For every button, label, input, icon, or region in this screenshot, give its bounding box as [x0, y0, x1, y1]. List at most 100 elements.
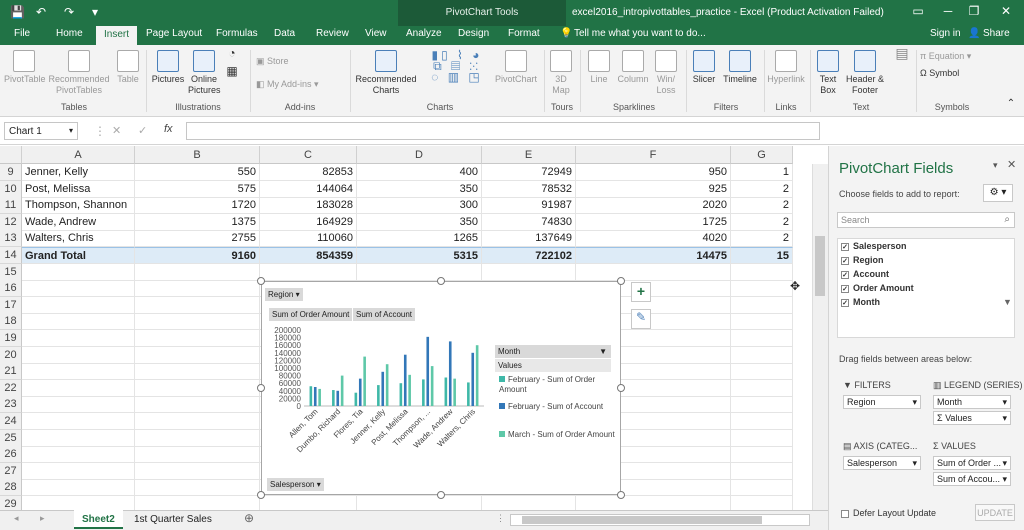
column-header-b[interactable]: B	[135, 146, 260, 164]
cell[interactable]: 1	[731, 164, 793, 181]
cell[interactable]: 2	[731, 230, 793, 248]
cell[interactable]: 183028	[260, 197, 357, 215]
cell[interactable]: 4020	[576, 230, 731, 248]
sparkline-winloss-button[interactable]: Win/ Loss	[652, 50, 680, 96]
recommended-pivottables-button[interactable]: Recommended PivotTables	[48, 50, 110, 96]
cell[interactable]	[731, 346, 793, 364]
cell[interactable]	[731, 413, 793, 430]
cell[interactable]	[731, 379, 793, 397]
sign-in-link[interactable]: Sign in	[930, 28, 961, 39]
cell[interactable]: 91987	[482, 197, 576, 215]
tab-home[interactable]: Home	[56, 28, 83, 39]
legend-item-month[interactable]: Month ▾	[933, 395, 1011, 409]
cell[interactable]: 925	[576, 180, 731, 198]
cell[interactable]	[731, 363, 793, 381]
cell[interactable]	[731, 479, 793, 497]
ribbon-display-icon[interactable]: ▭	[908, 4, 928, 18]
name-box-dropdown-icon[interactable]: ▾	[69, 126, 73, 135]
vertical-scroll-thumb[interactable]	[815, 236, 825, 296]
cell[interactable]: 300	[357, 197, 482, 215]
cell[interactable]	[135, 263, 260, 281]
bar[interactable]	[385, 364, 389, 406]
cell[interactable]	[22, 280, 135, 298]
timeline-button[interactable]: Timeline	[720, 50, 760, 85]
cell[interactable]: 550	[135, 164, 260, 181]
cell[interactable]	[22, 496, 135, 510]
chart-types-gallery[interactable]: ▮▯ ⌇ ◕ ⧉ ▤ ⁙ ◌ ▥ ◳	[420, 49, 494, 83]
cell[interactable]: 110060	[260, 230, 357, 248]
chart-elements-button[interactable]: +	[631, 282, 651, 302]
row-header[interactable]: 29	[0, 496, 22, 510]
formula-input[interactable]	[186, 122, 820, 140]
column-header-d[interactable]: D	[357, 146, 482, 164]
field-month[interactable]: ✓ Month	[841, 297, 880, 307]
cell[interactable]	[357, 263, 482, 281]
cell[interactable]	[731, 330, 793, 347]
cell[interactable]: 144064	[260, 180, 357, 198]
dropdown-icon[interactable]: ▾	[1002, 397, 1007, 408]
more-text-icon[interactable]: ▤	[888, 46, 916, 60]
dropdown-icon[interactable]: ▾	[1002, 458, 1007, 469]
cell[interactable]	[135, 379, 260, 397]
cell[interactable]: Post, Melissa	[22, 180, 135, 198]
pane-options-icon[interactable]: ▾	[993, 160, 998, 171]
bar[interactable]	[377, 385, 380, 406]
cell[interactable]: 14475	[576, 247, 731, 264]
hyperlink-button[interactable]: Hyperlink	[766, 50, 806, 85]
field-order-amount[interactable]: ✓ Order Amount	[841, 283, 914, 293]
field-search-input[interactable]: Search ⌕	[837, 212, 1015, 228]
dropdown-icon[interactable]: ▾	[912, 397, 917, 408]
cell[interactable]	[135, 462, 260, 480]
tools-gear-icon[interactable]: ⚙ ▾	[983, 184, 1013, 202]
sheet-tab-sheet2[interactable]: Sheet2	[74, 510, 123, 529]
sum-order-amount-button[interactable]: Sum of Order Amount	[269, 308, 353, 321]
dropdown-icon[interactable]: ▾	[1002, 474, 1007, 485]
tab-formulas[interactable]: Formulas	[216, 28, 258, 39]
share-button[interactable]: Share	[983, 28, 1010, 39]
cell[interactable]	[22, 479, 135, 497]
sheet-tab-1st-quarter-sales[interactable]: 1st Quarter Sales	[126, 510, 220, 529]
cell[interactable]: Jenner, Kelly	[22, 164, 135, 181]
cell[interactable]	[135, 479, 260, 497]
row-header[interactable]: 19	[0, 330, 22, 347]
close-button[interactable]: ✕	[996, 4, 1016, 18]
cell[interactable]	[22, 263, 135, 281]
cell[interactable]: 1720	[135, 197, 260, 215]
cell[interactable]: 1725	[576, 213, 731, 231]
online-pictures-button[interactable]: Online Pictures	[188, 50, 221, 96]
cell[interactable]	[731, 429, 793, 447]
axis-item-salesperson[interactable]: Salesperson ▾	[843, 456, 921, 470]
shapes-icon[interactable]: ◔	[222, 47, 242, 59]
resize-handle[interactable]	[257, 491, 265, 499]
filters-item-region[interactable]: Region ▾	[843, 395, 921, 409]
column-header-g[interactable]: G	[731, 146, 793, 164]
cell[interactable]	[731, 296, 793, 314]
bar[interactable]	[318, 388, 321, 406]
cell[interactable]	[135, 413, 260, 430]
minimize-button[interactable]: ─	[938, 4, 958, 18]
pivottable-button[interactable]: PivotTable	[4, 50, 46, 85]
cell[interactable]: 350	[357, 180, 482, 198]
update-button[interactable]: UPDATE	[975, 504, 1015, 521]
bar[interactable]	[309, 386, 313, 406]
cell[interactable]	[135, 396, 260, 414]
row-header[interactable]: 13	[0, 230, 22, 248]
recommended-charts-button[interactable]: Recommended Charts	[354, 50, 418, 96]
next-sheet-icon[interactable]: ▸	[40, 513, 45, 524]
resize-handle[interactable]	[617, 277, 625, 285]
row-header[interactable]: 15	[0, 263, 22, 281]
row-header[interactable]: 25	[0, 429, 22, 447]
row-header[interactable]: 24	[0, 413, 22, 430]
prev-sheet-icon[interactable]: ◂	[14, 513, 19, 524]
bar[interactable]	[381, 371, 385, 406]
values-item-order-amount[interactable]: Sum of Order ... ▾	[933, 456, 1011, 470]
pane-close-icon[interactable]: ✕	[1007, 158, 1016, 171]
cell[interactable]	[22, 462, 135, 480]
cell[interactable]	[731, 313, 793, 331]
header-footer-button[interactable]: Header & Footer	[844, 50, 886, 96]
bar[interactable]	[444, 377, 448, 407]
bar[interactable]	[448, 341, 452, 406]
bar[interactable]	[408, 374, 411, 406]
cell[interactable]	[135, 363, 260, 381]
row-header[interactable]: 10	[0, 180, 22, 198]
